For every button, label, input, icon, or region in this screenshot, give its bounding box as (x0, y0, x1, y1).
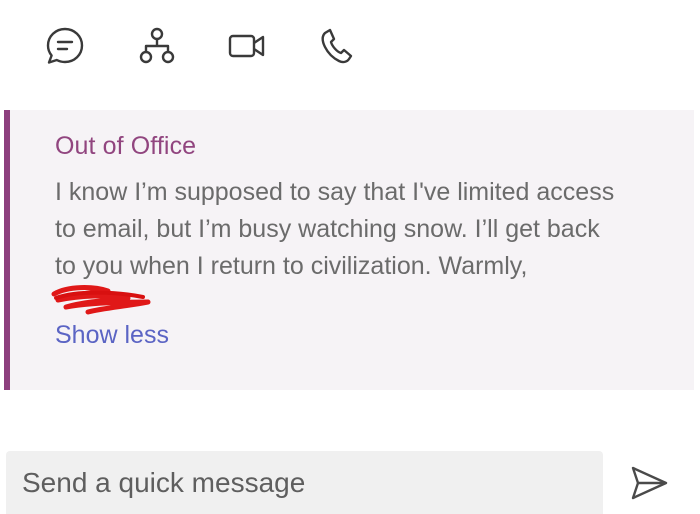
video-call-icon (228, 34, 265, 58)
show-less-link[interactable]: Show less (55, 321, 169, 350)
phone-icon (321, 28, 353, 64)
contact-card-panel: Out of Office I know I’m supposed to say… (0, 0, 700, 514)
quick-message-input[interactable] (6, 451, 603, 514)
redacted-signature (51, 285, 151, 315)
org-chart-button[interactable] (135, 24, 179, 68)
message-line: I know I’m supposed to say that I've lim… (55, 178, 615, 206)
out-of-office-message: I know I’m supposed to say that I've lim… (55, 174, 685, 285)
org-chart-icon (139, 27, 175, 64)
send-button[interactable] (626, 460, 672, 506)
message-line: to email, but I’m busy watching snow. I’… (55, 215, 600, 243)
chat-icon (46, 27, 84, 64)
quick-message-box (6, 451, 603, 514)
chat-button[interactable] (43, 24, 87, 68)
send-icon (631, 466, 668, 500)
audio-call-button[interactable] (315, 24, 359, 68)
video-call-button[interactable] (225, 24, 269, 68)
contact-actions-toolbar (0, 0, 700, 100)
out-of-office-title: Out of Office (55, 132, 197, 160)
out-of-office-card: Out of Office I know I’m supposed to say… (4, 110, 694, 390)
